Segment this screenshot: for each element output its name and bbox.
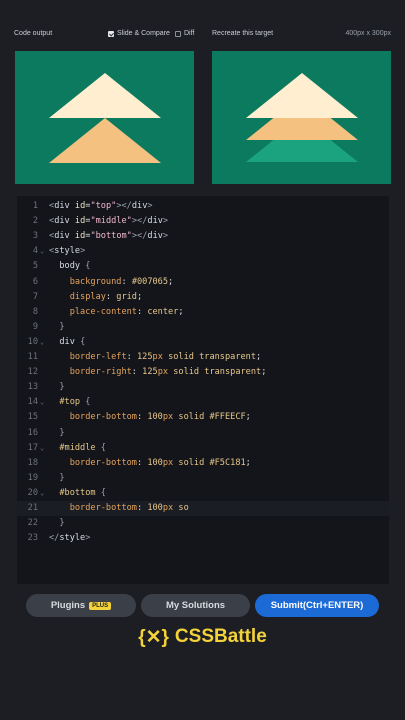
code-output-label: Code output: [14, 30, 53, 37]
code-text[interactable]: #bottom {: [49, 486, 106, 501]
fold-chevron-icon[interactable]: ⌄: [40, 244, 44, 259]
line-number: 20: [27, 487, 38, 498]
code-line[interactable]: 4 ⌄ <style>: [17, 244, 389, 259]
code-line[interactable]: 8 place-content: center;: [17, 305, 389, 320]
code-text[interactable]: #top {: [49, 395, 90, 410]
line-number: 2: [32, 216, 38, 227]
code-editor[interactable]: 1 <div id="top"></div> 2 <div id="middle"><…: [17, 196, 389, 584]
code-text[interactable]: display: grid;: [49, 290, 142, 305]
output-preview[interactable]: [15, 51, 194, 184]
line-number: 1: [32, 201, 38, 211]
output-toolbar: Code output Slide & Compare Diff Recreat…: [10, 26, 395, 44]
code-text[interactable]: border-left: 125px solid transparent;: [49, 350, 262, 365]
checkbox-icon[interactable]: [175, 30, 181, 37]
line-number: 7: [32, 291, 38, 302]
line-number: 16: [27, 427, 38, 438]
line-number: 19: [27, 472, 38, 483]
slide-compare-toggle[interactable]: Slide & Compare: [108, 30, 170, 37]
cssbattle-logo: {✕} CSSBattle: [0, 624, 405, 650]
code-text[interactable]: }: [49, 380, 64, 395]
line-number: 3: [32, 231, 38, 242]
code-text[interactable]: body {: [49, 259, 90, 274]
code-text[interactable]: #middle {: [49, 441, 106, 456]
code-line[interactable]: 2 <div id="middle"></div>: [17, 214, 389, 229]
code-text[interactable]: border-right: 125px solid transparent;: [49, 365, 267, 380]
checkbox-checked-icon[interactable]: [108, 30, 114, 37]
code-text[interactable]: border-bottom: 100px solid #F5C181;: [49, 456, 251, 471]
plugins-button[interactable]: Plugins PLUS: [26, 594, 136, 617]
fold-chevron-icon[interactable]: ⌄: [40, 441, 44, 456]
line-number: 6: [32, 276, 38, 287]
code-text[interactable]: }: [49, 471, 64, 486]
code-line[interactable]: 22 }: [17, 516, 389, 531]
code-line[interactable]: 13 }: [17, 380, 389, 395]
my-solutions-button[interactable]: My Solutions: [141, 594, 250, 617]
code-line[interactable]: 19 }: [17, 471, 389, 486]
code-line[interactable]: 16 }: [17, 426, 389, 441]
line-number: 8: [32, 306, 38, 317]
line-number: 10: [27, 336, 38, 347]
code-line[interactable]: 20 ⌄ #bottom {: [17, 486, 389, 501]
cssbattle-logo-icon: {✕}: [138, 626, 169, 648]
line-number: 13: [27, 382, 38, 393]
code-line[interactable]: 1 <div id="top"></div>: [17, 199, 389, 214]
cssbattle-logo-text: CSSBattle: [174, 626, 267, 647]
code-line[interactable]: 3 <div id="bottom"></div>: [17, 229, 389, 244]
code-text[interactable]: border-bottom: 100px solid #FFEECF;: [49, 410, 251, 425]
code-text[interactable]: background: #007065;: [49, 275, 174, 290]
target-preview: [212, 51, 391, 184]
code-text[interactable]: }: [49, 320, 64, 335]
code-line[interactable]: 11 border-left: 125px solid transparent;: [17, 350, 389, 365]
code-text[interactable]: <div id="top"></div>: [49, 199, 153, 214]
code-text[interactable]: place-content: center;: [49, 305, 184, 320]
submit-button[interactable]: Submit(Ctrl+ENTER): [255, 594, 379, 617]
code-line[interactable]: 9 }: [17, 320, 389, 335]
target-top-triangle: [246, 73, 358, 118]
line-number: 12: [27, 367, 38, 378]
code-line[interactable]: 23 </style>: [17, 531, 389, 546]
line-number: 22: [27, 518, 38, 529]
fold-chevron-icon[interactable]: ⌄: [40, 486, 44, 501]
code-text[interactable]: }: [49, 426, 64, 441]
fold-chevron-icon[interactable]: ⌄: [40, 395, 44, 410]
recreate-target-label: Recreate this target: [212, 30, 274, 37]
code-line[interactable]: 6 background: #007065;: [17, 275, 389, 290]
code-text[interactable]: <style>: [49, 244, 85, 259]
line-number: 15: [27, 412, 38, 423]
top-triangle: [49, 73, 161, 118]
line-number: 9: [32, 321, 38, 332]
fold-chevron-icon[interactable]: ⌄: [40, 335, 44, 350]
code-line[interactable]: 14 ⌄ #top {: [17, 395, 389, 410]
target-size-label: 400px x 300px: [345, 30, 391, 37]
code-line[interactable]: 21 border-bottom: 100px so: [17, 501, 389, 516]
middle-triangle: [49, 118, 161, 163]
code-line[interactable]: 18 border-bottom: 100px solid #F5C181;: [17, 456, 389, 471]
code-line[interactable]: 5 body {: [17, 259, 389, 274]
code-text[interactable]: }: [49, 516, 64, 531]
code-text[interactable]: div {: [49, 335, 85, 350]
line-number: 23: [27, 533, 38, 544]
code-text[interactable]: <div id="middle"></div>: [49, 214, 168, 229]
code-line[interactable]: 7 display: grid;: [17, 290, 389, 305]
line-number: 5: [32, 261, 38, 272]
code-line[interactable]: 10 ⌄ div {: [17, 335, 389, 350]
code-line[interactable]: 12 border-right: 125px solid transparent…: [17, 365, 389, 380]
line-number: 21: [27, 503, 38, 513]
line-number: 18: [27, 457, 38, 468]
line-number: 4: [32, 246, 38, 257]
code-line[interactable]: 15 border-bottom: 100px solid #FFEECF;: [17, 410, 389, 425]
line-number: 17: [27, 442, 38, 453]
line-number: 14: [27, 397, 38, 408]
code-text[interactable]: <div id="bottom"></div>: [49, 229, 168, 244]
line-number: 11: [27, 352, 38, 362]
code-line[interactable]: 17 ⌄ #middle {: [17, 441, 389, 456]
code-text[interactable]: </style>: [49, 531, 90, 546]
plus-badge: PLUS: [89, 601, 112, 610]
code-text[interactable]: border-bottom: 100px so: [49, 501, 189, 516]
diff-toggle[interactable]: Diff: [175, 30, 194, 37]
